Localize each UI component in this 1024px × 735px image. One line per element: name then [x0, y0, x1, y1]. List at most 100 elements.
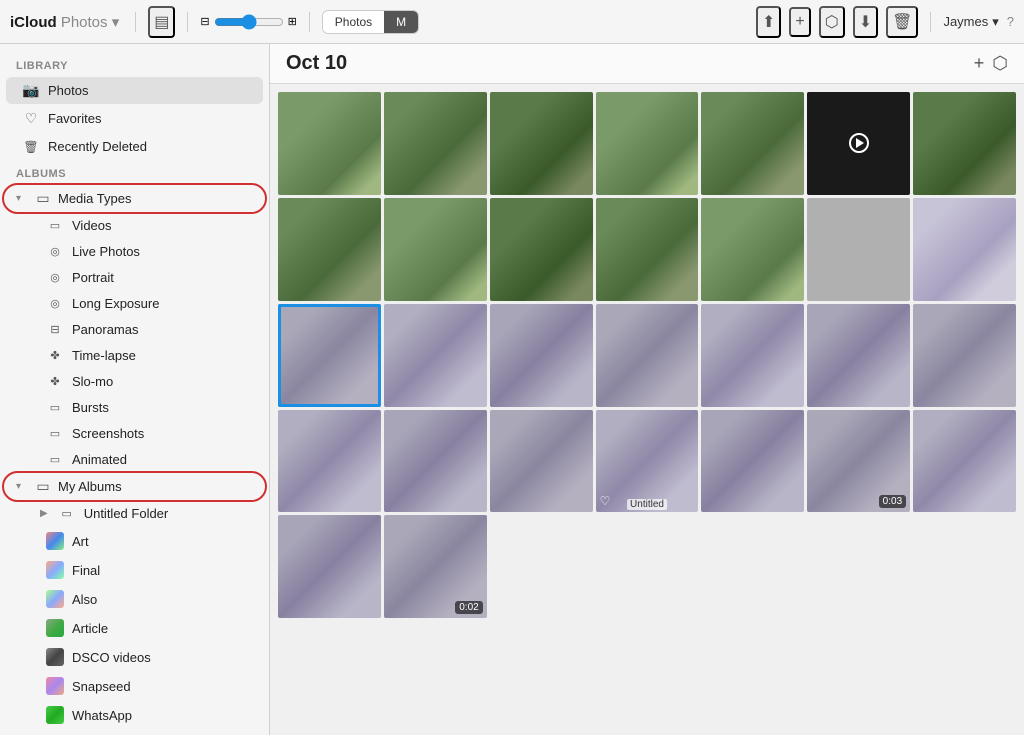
- my-albums-chevron: ▾: [16, 481, 28, 492]
- photo-thumb[interactable]: [701, 92, 804, 195]
- photo-thumb[interactable]: [596, 92, 699, 195]
- photo-thumb[interactable]: [913, 198, 1016, 301]
- duration-badge-2: 0:02: [455, 601, 482, 614]
- photo-thumb[interactable]: [596, 198, 699, 301]
- favorites-icon: [22, 110, 40, 127]
- sidebar-item-long-exposure[interactable]: ◎ Long Exposure: [30, 291, 263, 316]
- share-button[interactable]: ⬡: [819, 6, 845, 38]
- photo-thumb[interactable]: [384, 410, 487, 513]
- long-exposure-icon: ◎: [46, 297, 64, 310]
- toolbar-divider-1: [135, 12, 136, 32]
- media-types-group-wrapper: ▾ ▭ Media Types: [0, 185, 269, 212]
- duration-badge-1: 0:03: [879, 495, 906, 508]
- photo-thumb[interactable]: ♡ Untitled: [596, 410, 699, 513]
- bursts-icon: ▭: [46, 401, 64, 414]
- my-albums-items: ▶ ▭ Untitled Folder Art Final Also Artic…: [0, 501, 269, 729]
- sidebar-item-photos[interactable]: 📷 Photos: [6, 77, 263, 104]
- photo-thumb[interactable]: [596, 304, 699, 407]
- photo-thumb[interactable]: [278, 410, 381, 513]
- zoom-out-icon: ⊟: [200, 15, 209, 28]
- sidebar-item-also[interactable]: Also: [30, 585, 263, 613]
- photo-thumb[interactable]: [701, 304, 804, 407]
- sidebar-item-live-photos[interactable]: ◎ Live Photos: [30, 239, 263, 264]
- photo-thumb[interactable]: 0:03: [807, 410, 910, 513]
- sidebar-item-recently-deleted-label: Recently Deleted: [48, 139, 147, 154]
- sidebar-item-screenshots[interactable]: ▭ Screenshots: [30, 421, 263, 446]
- recently-deleted-icon: [22, 138, 40, 154]
- sidebar-item-animated[interactable]: ▭ Animated: [30, 447, 263, 472]
- toolbar: iCloud Photos ▾ ▤ ⊟ ⊞ Photos M ⬆ + ⬡ ⬇ 🗑…: [0, 0, 1024, 44]
- photo-thumb[interactable]: [490, 410, 593, 513]
- sidebar-item-panoramas[interactable]: ⊟ Panoramas: [30, 317, 263, 342]
- photo-thumb[interactable]: [913, 304, 1016, 407]
- sidebar-item-portrait[interactable]: ◎ Portrait: [30, 265, 263, 290]
- content-share-button[interactable]: ⬡: [992, 53, 1008, 74]
- help-button[interactable]: ?: [1007, 14, 1014, 29]
- photo-thumb[interactable]: [701, 198, 804, 301]
- sidebar-item-time-lapse-label: Time-lapse: [72, 348, 136, 363]
- sidebar-item-dsco[interactable]: DSCO videos: [30, 643, 263, 671]
- live-photos-icon: ◎: [46, 245, 64, 258]
- sidebar-toggle-button[interactable]: ▤: [148, 6, 175, 38]
- sidebar-item-final[interactable]: Final: [30, 556, 263, 584]
- photo-thumb[interactable]: [490, 92, 593, 195]
- sidebar-item-bursts[interactable]: ▭ Bursts: [30, 395, 263, 420]
- delete-button[interactable]: 🗑: [886, 6, 918, 38]
- content-header-actions: + ⬡: [974, 53, 1008, 74]
- sidebar-item-live-photos-label: Live Photos: [72, 244, 140, 259]
- photo-thumb[interactable]: [807, 304, 910, 407]
- photo-thumb[interactable]: [384, 92, 487, 195]
- photo-thumb[interactable]: [278, 198, 381, 301]
- sidebar-item-final-label: Final: [72, 563, 100, 578]
- segment-photos-button[interactable]: Photos: [323, 11, 384, 33]
- photo-thumb[interactable]: [701, 410, 804, 513]
- sidebar-item-videos[interactable]: ▭ Videos: [30, 213, 263, 238]
- photo-thumb[interactable]: [913, 92, 1016, 195]
- toolbar-divider-4: [930, 12, 931, 32]
- sidebar-item-whatsapp-label: WhatsApp: [72, 708, 132, 723]
- sidebar-item-whatsapp[interactable]: WhatsApp: [30, 701, 263, 729]
- media-types-chevron: ▾: [16, 193, 28, 204]
- sidebar-item-untitled-folder[interactable]: ▶ ▭ Untitled Folder: [30, 501, 263, 526]
- photo-thumb[interactable]: [490, 304, 593, 407]
- content-date: Oct 10: [286, 52, 347, 75]
- photo-thumb[interactable]: [913, 410, 1016, 513]
- photo-thumb[interactable]: [278, 92, 381, 195]
- photo-thumb[interactable]: [384, 198, 487, 301]
- sidebar-item-slo-mo[interactable]: ✤ Slo-mo: [30, 369, 263, 394]
- photo-thumb[interactable]: [384, 304, 487, 407]
- media-types-group-header[interactable]: ▾ ▭ Media Types: [6, 185, 263, 212]
- zoom-in-icon: ⊞: [288, 15, 297, 28]
- content-add-button[interactable]: +: [974, 53, 985, 74]
- untitled-folder-icon: ▭: [58, 507, 76, 520]
- screenshots-icon: ▭: [46, 427, 64, 440]
- sidebar-item-recently-deleted[interactable]: Recently Deleted: [6, 133, 263, 159]
- user-name: Jaymes: [943, 14, 988, 29]
- user-menu[interactable]: Jaymes ▾: [943, 14, 998, 30]
- photo-thumb-selected[interactable]: [278, 304, 381, 407]
- photo-thumb[interactable]: 0:02: [384, 515, 487, 618]
- upload-button[interactable]: ⬆: [756, 6, 781, 38]
- sidebar-item-favorites[interactable]: Favorites: [6, 105, 263, 132]
- download-button[interactable]: ⬇: [853, 6, 878, 38]
- photo-thumb[interactable]: [490, 198, 593, 301]
- photo-thumb[interactable]: [278, 515, 381, 618]
- zoom-slider[interactable]: [214, 14, 284, 30]
- sidebar-item-art[interactable]: Art: [30, 527, 263, 555]
- sidebar-item-article-label: Article: [72, 621, 108, 636]
- portrait-icon: ◎: [46, 271, 64, 284]
- segment-moments-button[interactable]: M: [384, 11, 418, 33]
- sidebar-item-untitled-folder-label: Untitled Folder: [84, 506, 169, 521]
- photo-untitled-label: Untitled: [627, 499, 667, 510]
- add-button[interactable]: +: [789, 7, 810, 37]
- content-area: Oct 10 + ⬡: [270, 44, 1024, 735]
- art-album-icon: [46, 532, 64, 550]
- photo-thumb[interactable]: [807, 198, 910, 301]
- sidebar-item-time-lapse[interactable]: ✤ Time-lapse: [30, 343, 263, 368]
- my-albums-icon: ▭: [34, 478, 52, 495]
- my-albums-group-header[interactable]: ▾ ▭ My Albums: [6, 473, 263, 500]
- photo-thumb[interactable]: [807, 92, 910, 195]
- sidebar-item-snapseed[interactable]: Snapseed: [30, 672, 263, 700]
- sidebar-item-portrait-label: Portrait: [72, 270, 114, 285]
- sidebar-item-article[interactable]: Article: [30, 614, 263, 642]
